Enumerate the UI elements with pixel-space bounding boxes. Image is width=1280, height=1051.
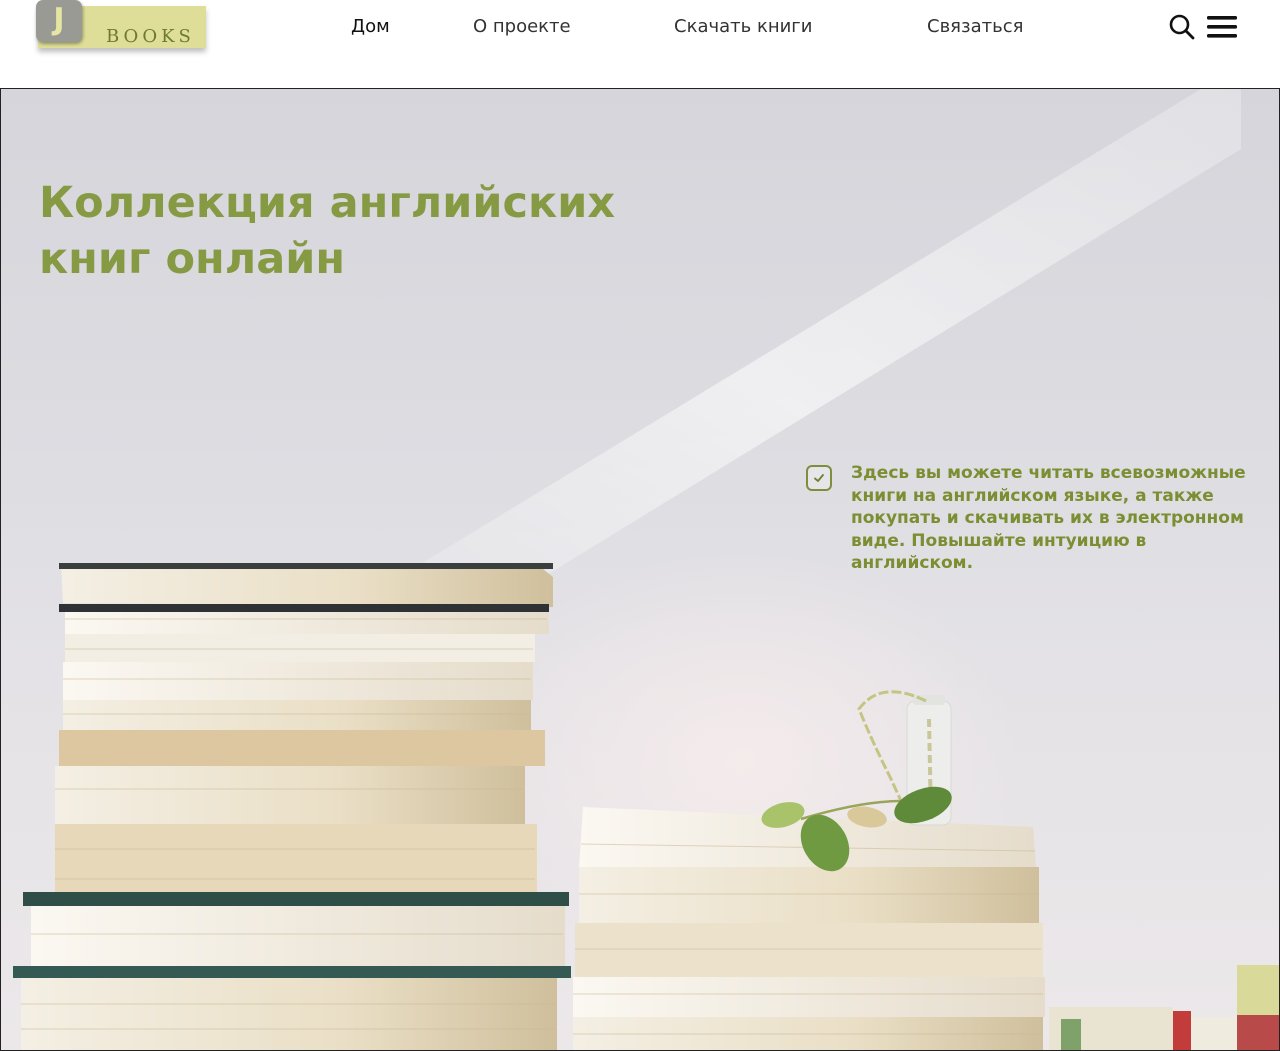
logo-letter: J bbox=[53, 2, 65, 37]
hamburger-menu-icon[interactable] bbox=[1206, 14, 1238, 40]
hero-title: Коллекция английских книг онлайн bbox=[39, 178, 616, 284]
logo-wordmark: BOOKS bbox=[106, 26, 195, 47]
checkbox-check-icon bbox=[814, 474, 824, 482]
left-book-stack bbox=[13, 563, 571, 1050]
nav-link-home[interactable]: Дом bbox=[351, 16, 390, 37]
nav-link-about[interactable]: О проекте bbox=[473, 16, 571, 37]
search-icon[interactable] bbox=[1168, 13, 1196, 41]
site-header: BOOKS J Дом О проекте Скачать книги Связ… bbox=[0, 0, 1280, 88]
nav-link-download-books[interactable]: Скачать книги bbox=[674, 16, 812, 37]
nav-link-contact[interactable]: Связаться bbox=[927, 16, 1023, 37]
feature-description: Здесь вы можете читать всевозможные книг… bbox=[851, 463, 1246, 574]
logo-badge: J bbox=[36, 0, 82, 42]
hero-section: Коллекция английских книг онлайн Здесь в… bbox=[0, 88, 1280, 1051]
logo[interactable]: BOOKS J bbox=[36, 0, 208, 58]
feature-checkbox[interactable] bbox=[806, 465, 832, 491]
